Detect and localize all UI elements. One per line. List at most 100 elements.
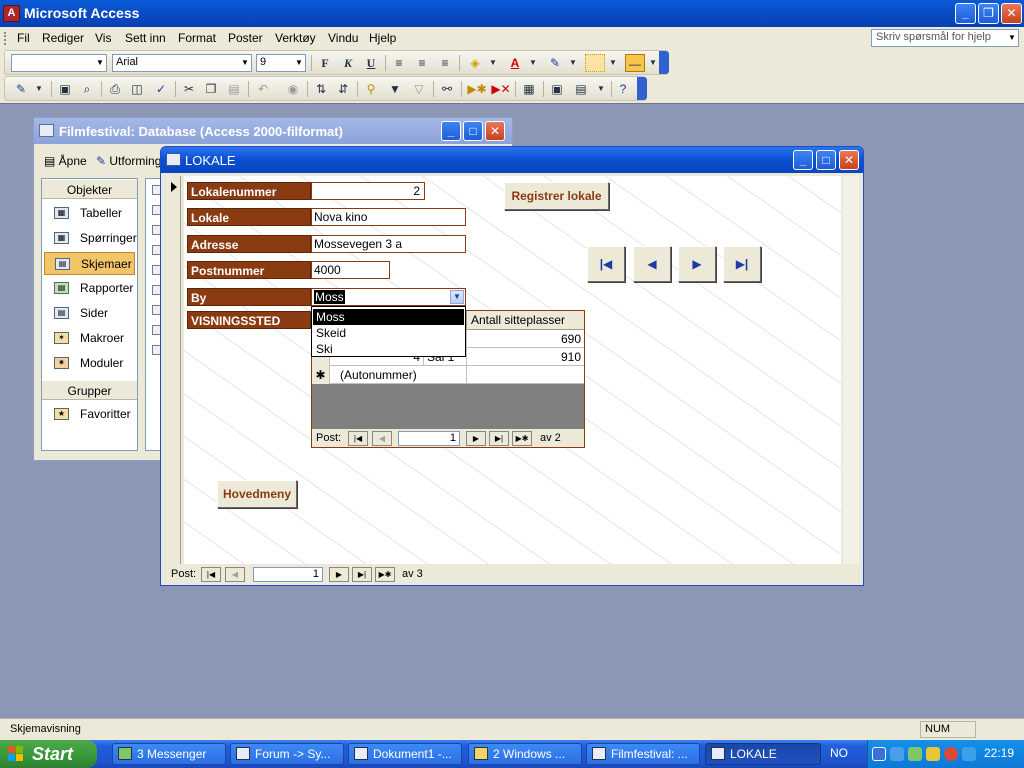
groups-item-favorites[interactable]: ★ Favoritter	[44, 403, 135, 426]
chevron-down-icon[interactable]: ▼	[1006, 30, 1018, 46]
table-row-new[interactable]: ✱ (Autonummer)	[312, 366, 584, 384]
task-dokument1[interactable]: Dokument1 -...	[348, 743, 462, 765]
menu-fil[interactable]: Fil	[17, 31, 30, 45]
filter-form-icon[interactable]: ▼	[385, 80, 405, 98]
align-center-icon[interactable]: ≡	[412, 54, 432, 72]
form-window-titlebar[interactable]: LOKALE _ □ ✕	[161, 147, 863, 173]
object-combo[interactable]: ▼	[11, 54, 107, 72]
objects-item-reports[interactable]: ▤ Rapporter	[44, 277, 135, 300]
first-record-button[interactable]: |◀	[201, 567, 221, 582]
database-window-titlebar[interactable]: Filmfestival: Database (Access 2000-filf…	[34, 118, 512, 144]
open-button[interactable]: ▤ Åpne	[44, 154, 87, 168]
access-app-icon[interactable]: A	[3, 5, 20, 22]
copy-icon[interactable]: ❐	[201, 80, 221, 98]
fill-color-icon[interactable]: ◈	[465, 54, 485, 72]
save-icon[interactable]: ▣	[55, 80, 75, 98]
cell-seats[interactable]: 910	[467, 348, 584, 366]
align-right-icon[interactable]: ≡	[435, 54, 455, 72]
spelling-icon[interactable]: ✓	[151, 80, 171, 98]
cell-autonumber[interactable]: (Autonummer)	[330, 366, 467, 384]
filter-selection-icon[interactable]: ⚲	[361, 80, 381, 98]
menu-poster[interactable]: Poster	[228, 31, 263, 45]
objects-header[interactable]: Objekter	[42, 179, 137, 199]
line-width-icon[interactable]: —	[625, 54, 645, 72]
next-record-button[interactable]: ▶	[329, 567, 349, 582]
cell-seats[interactable]: 690	[467, 330, 584, 348]
record-selector[interactable]	[167, 176, 181, 564]
italic-button[interactable]: K	[338, 54, 358, 72]
delete-record-icon[interactable]: ▶✕	[491, 80, 511, 98]
print-icon[interactable]: ⎙	[105, 80, 125, 98]
task-messenger[interactable]: 3 Messenger	[112, 743, 226, 765]
border-style-icon[interactable]	[585, 54, 605, 72]
start-button[interactable]: Start	[0, 740, 97, 768]
db-minimize-button[interactable]: _	[441, 121, 461, 141]
line-color-icon[interactable]: ✎	[545, 54, 565, 72]
db-close-button[interactable]: ✕	[485, 121, 505, 141]
subform-column-seats[interactable]: Antall sitteplasser	[467, 311, 584, 330]
form-vertical-scrollbar[interactable]	[843, 176, 859, 564]
tray-expand-icon[interactable]	[872, 747, 886, 761]
field-lokalenummer[interactable]: 2	[311, 182, 425, 200]
menu-hjelp[interactable]: Hjelp	[369, 31, 396, 45]
properties-icon[interactable]: ▦	[519, 80, 539, 98]
menu-verktoy[interactable]: Verktøy	[275, 31, 316, 45]
first-record-nav-button[interactable]: |◀	[587, 246, 625, 282]
tray-browser-icon[interactable]	[944, 747, 958, 761]
help-question-input[interactable]: Skriv spørsmål for hjelp ▼	[871, 29, 1019, 47]
design-button[interactable]: ✎ Utforming	[96, 154, 161, 168]
chevron-down-icon[interactable]: ▼	[29, 80, 49, 98]
last-record-nav-button[interactable]: ▶|	[723, 246, 761, 282]
task-forum[interactable]: Forum -> Sy...	[230, 743, 344, 765]
objects-item-pages[interactable]: ▤ Sider	[44, 302, 135, 325]
form-close-button[interactable]: ✕	[839, 150, 859, 170]
field-adresse[interactable]: Mossevegen 3 a	[311, 235, 466, 253]
city-option-skeid[interactable]: Skeid	[313, 325, 464, 341]
language-indicator[interactable]: NO	[830, 746, 848, 760]
chevron-down-icon[interactable]: ▼	[450, 290, 464, 304]
menu-vis[interactable]: Vis	[95, 31, 111, 45]
groups-header[interactable]: Grupper	[42, 380, 137, 400]
task-lokale[interactable]: LOKALE	[705, 743, 821, 765]
form-minimize-button[interactable]: _	[793, 150, 813, 170]
find-icon[interactable]: ⚯	[437, 80, 457, 98]
cut-icon[interactable]: ✂	[179, 80, 199, 98]
menu-rediger[interactable]: Rediger	[42, 31, 84, 45]
new-object-icon[interactable]: ▤	[571, 80, 591, 98]
main-menu-button[interactable]: Hovedmeny	[217, 480, 297, 508]
task-filmfestival[interactable]: Filmfestival: ...	[586, 743, 700, 765]
objects-item-tables[interactable]: ▦ Tabeller	[44, 202, 135, 225]
chevron-down-icon[interactable]: ▼	[523, 54, 543, 72]
app-close-button[interactable]: ✕	[1001, 3, 1022, 24]
chevron-down-icon[interactable]: ▼	[591, 80, 611, 98]
align-left-icon[interactable]: ≡	[389, 54, 409, 72]
tray-messenger-icon[interactable]	[908, 747, 922, 761]
new-record-asterisk-icon[interactable]: ✱	[312, 366, 330, 384]
help-icon[interactable]: ?	[613, 80, 633, 98]
font-color-icon[interactable]: A	[505, 54, 525, 72]
clock[interactable]: 22:19	[984, 746, 1014, 760]
subform-last-record-button[interactable]: ▶|	[489, 431, 509, 446]
subform-new-record-button[interactable]: ▶✱	[512, 431, 532, 446]
menu-vindu[interactable]: Vindu	[328, 31, 358, 45]
tray-security-icon[interactable]	[926, 747, 940, 761]
new-record-icon[interactable]: ▶✱	[467, 80, 487, 98]
subform-first-record-button[interactable]: |◀	[348, 431, 368, 446]
chevron-down-icon[interactable]: ▼	[293, 55, 305, 71]
toolbar-grip[interactable]	[4, 32, 7, 45]
apply-filter-icon[interactable]: ▽	[409, 80, 429, 98]
combo-by[interactable]: Moss ▼	[311, 288, 466, 306]
hyperlink-icon[interactable]: ◉	[283, 80, 303, 98]
underline-button[interactable]: U	[361, 54, 381, 72]
database-window-icon[interactable]: ▣	[547, 80, 567, 98]
tray-app-icon[interactable]	[890, 747, 904, 761]
next-record-nav-button[interactable]: ▶	[678, 246, 716, 282]
objects-item-forms[interactable]: ▤ Skjemaer	[44, 252, 135, 275]
chevron-down-icon[interactable]: ▼	[603, 54, 623, 72]
sort-ascending-icon[interactable]: ⇅	[311, 80, 331, 98]
search-icon[interactable]: ⌕	[77, 80, 97, 98]
last-record-button[interactable]: ▶|	[352, 567, 372, 582]
objects-item-queries[interactable]: ▦ Spørringer	[44, 227, 137, 250]
subform-next-record-button[interactable]: ▶	[466, 431, 486, 446]
font-size-combo[interactable]: 9 ▼	[256, 54, 306, 72]
